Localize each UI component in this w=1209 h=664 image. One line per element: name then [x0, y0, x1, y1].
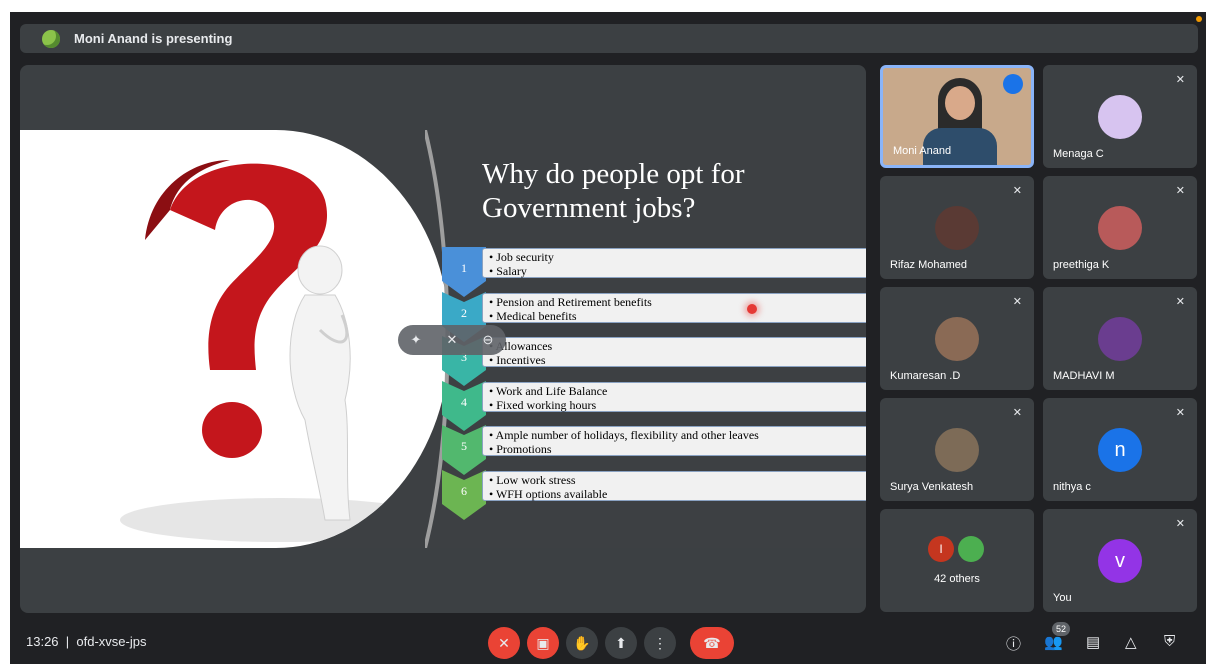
remove-icon[interactable]: ⊖ [483, 332, 494, 348]
presentation-overlay-controls: ✦ ✕ ⊖ [398, 325, 506, 355]
participant-name: Rifaz Mohamed [890, 259, 968, 271]
speaking-indicator-icon [1003, 74, 1023, 94]
presenter-bar: Moni Anand is presenting [20, 24, 1198, 53]
participant-tile[interactable]: ✕ Surya Venkatesh [880, 398, 1034, 501]
present-button[interactable]: ⬆ [605, 627, 637, 659]
participant-tile[interactable]: ✕ v You [1043, 509, 1197, 612]
avatar: I [928, 536, 954, 562]
activities-icon[interactable]: △ [1125, 633, 1137, 651]
more-options-button[interactable]: ⋮ [644, 627, 676, 659]
participant-tile[interactable]: ✕ Rifaz Mohamed [880, 176, 1034, 279]
presenter-text: Moni Anand is presenting [74, 31, 233, 46]
participant-name: Surya Venkatesh [890, 481, 974, 493]
camera-off-icon: ▣ [536, 635, 550, 651]
present-icon: ⬆ [615, 635, 627, 651]
mic-off-icon: ✕ [1012, 407, 1022, 419]
others-tile[interactable]: I 42 others [880, 509, 1034, 612]
mute-presenter-icon[interactable]: ✕ [447, 332, 458, 348]
avatar [935, 428, 979, 472]
participant-tile[interactable]: Moni Anand [880, 65, 1034, 168]
mic-off-icon: ✕ [1175, 185, 1185, 197]
participant-name: Moni Anand [893, 145, 952, 157]
participant-tile[interactable]: ✕ preethiga K [1043, 176, 1197, 279]
bottom-toolbar: 13:26 | ofd-xvse-jps ✕ ▣ ✋ ⬆ ⋮ ☎ ⓘ 👥 52 … [10, 615, 1206, 664]
mic-off-icon: ✕ [498, 635, 510, 651]
mic-off-icon: ✕ [1175, 296, 1185, 308]
avatar [1098, 206, 1142, 250]
mic-toggle-button[interactable]: ✕ [488, 627, 520, 659]
avatar [935, 206, 979, 250]
participant-name: You [1053, 592, 1072, 604]
meeting-time: 13:26 | ofd-xvse-jps [26, 634, 147, 649]
mic-off-icon: ✕ [1012, 185, 1022, 197]
avatar: v [1098, 539, 1142, 583]
participant-tile[interactable]: ✕ MADHAVI M [1043, 287, 1197, 390]
pin-icon[interactable]: ✦ [411, 332, 422, 348]
participant-name: preethiga K [1053, 259, 1110, 271]
avatar [958, 536, 984, 562]
chat-icon[interactable]: ▤ [1086, 633, 1100, 651]
mic-off-icon: ✕ [1175, 74, 1185, 86]
meet-window: Moni Anand is presenting Why do people o… [10, 12, 1206, 664]
presentation-stage[interactable]: Why do people opt for Government jobs? 1… [20, 65, 866, 613]
participant-tile[interactable]: ✕ n nithya c [1043, 398, 1197, 501]
people-count-badge: 52 [1052, 622, 1070, 636]
recording-dot [1196, 16, 1202, 22]
presenter-avatar [42, 29, 60, 48]
camera-toggle-button[interactable]: ▣ [527, 627, 559, 659]
slide-title: Why do people opt for Government jobs? [482, 158, 745, 224]
info-icon[interactable]: ⓘ [1006, 633, 1021, 654]
participant-name: MADHAVI M [1053, 370, 1115, 382]
participant-tile[interactable]: ✕ Kumaresan .D [880, 287, 1034, 390]
avatar [1098, 317, 1142, 361]
meeting-code: ofd-xvse-jps [76, 634, 147, 649]
others-label: 42 others [934, 573, 980, 585]
mic-off-icon: ✕ [1175, 518, 1185, 530]
avatar [1098, 95, 1142, 139]
participant-name: Menaga C [1053, 148, 1104, 160]
question-mark-illustration [20, 130, 450, 548]
mic-off-icon: ✕ [1012, 296, 1022, 308]
avatar [935, 317, 979, 361]
avatar: n [1098, 428, 1142, 472]
end-call-icon: ☎ [703, 635, 721, 651]
raise-hand-button[interactable]: ✋ [566, 627, 598, 659]
participant-name: nithya c [1053, 481, 1091, 493]
mic-off-icon: ✕ [1175, 407, 1185, 419]
participant-name: Kumaresan .D [890, 370, 961, 382]
laser-pointer [747, 304, 757, 314]
end-call-button[interactable]: ☎ [690, 627, 734, 659]
raise-hand-icon: ✋ [573, 635, 591, 651]
host-controls-icon[interactable]: ⛨ [1164, 633, 1175, 650]
more-options-icon: ⋮ [653, 635, 667, 651]
participant-tile[interactable]: ✕ Menaga C [1043, 65, 1197, 168]
